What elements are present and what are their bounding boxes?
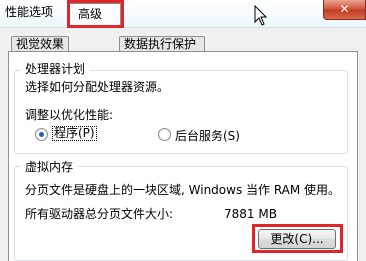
paging-file-description: 分页文件是硬盘上的一块区域, Windows 当作 RAM 使用。 xyxy=(25,183,341,197)
total-paging-file-value: 7881 MB xyxy=(224,207,277,221)
total-paging-file-label: 所有驱动器总分页文件大小: xyxy=(25,207,174,221)
close-button[interactable]: ✕ xyxy=(323,0,366,20)
background-services-radio-label[interactable]: 后台服务(S) xyxy=(175,127,240,144)
window-title: 性能选项 xyxy=(5,5,54,19)
processor-scheduling-legend: 处理器计划 xyxy=(20,62,91,76)
mouse-cursor-icon xyxy=(254,5,268,26)
programs-radio[interactable] xyxy=(35,128,48,141)
change-button[interactable]: 更改(C)... xyxy=(258,229,336,249)
programs-radio-label[interactable]: 程序(P) xyxy=(52,126,97,141)
background-services-radio[interactable] xyxy=(158,128,171,141)
tab-advanced[interactable]: 高级 xyxy=(69,3,121,27)
virtual-memory-legend: 虚拟内存 xyxy=(20,160,79,174)
tab-strip: 视觉效果 数据执行保护 xyxy=(0,28,366,53)
processor-description: 选择如何分配处理器资源。 xyxy=(25,80,170,94)
adjust-performance-label: 调整以优化性能: xyxy=(25,108,114,122)
title-bar: 性能选项 ✕ xyxy=(0,0,366,28)
